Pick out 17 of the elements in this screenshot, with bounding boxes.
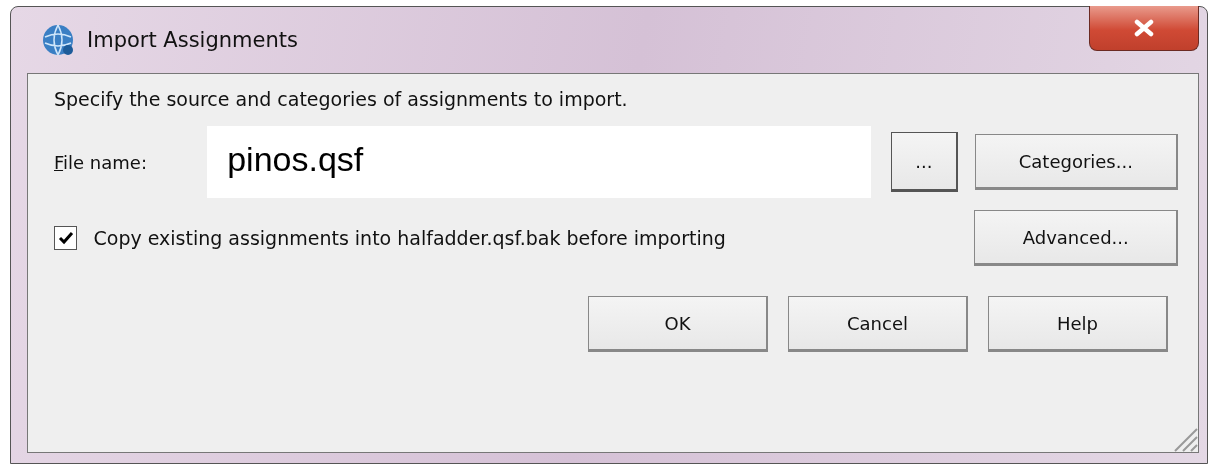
globe-icon	[41, 23, 75, 57]
checkbox[interactable]	[54, 226, 78, 250]
instruction-text: Specify the source and categories of assignments to import.	[54, 88, 629, 110]
field-label: File name:	[54, 151, 148, 173]
dialog-button[interactable]: Help	[988, 296, 1168, 352]
checkbox-label: Copy existing assignments into halfadder.qsf.bak before importing	[93, 227, 727, 249]
checkmark-icon	[57, 231, 74, 245]
resize-grip-icon[interactable]	[1172, 426, 1198, 452]
file-name-field[interactable]: pinos.qsf	[207, 126, 872, 198]
dialog-button[interactable]: Cancel	[788, 296, 968, 352]
close-button[interactable]	[1089, 6, 1199, 51]
advanced-button[interactable]: Advanced...	[974, 210, 1178, 266]
window-title: Import Assignments	[87, 28, 298, 52]
close-icon	[1133, 19, 1155, 37]
browse-button[interactable]: ...	[891, 132, 958, 192]
categories-button[interactable]: Categories...	[974, 134, 1178, 190]
dialog-button[interactable]: OK	[588, 296, 768, 352]
